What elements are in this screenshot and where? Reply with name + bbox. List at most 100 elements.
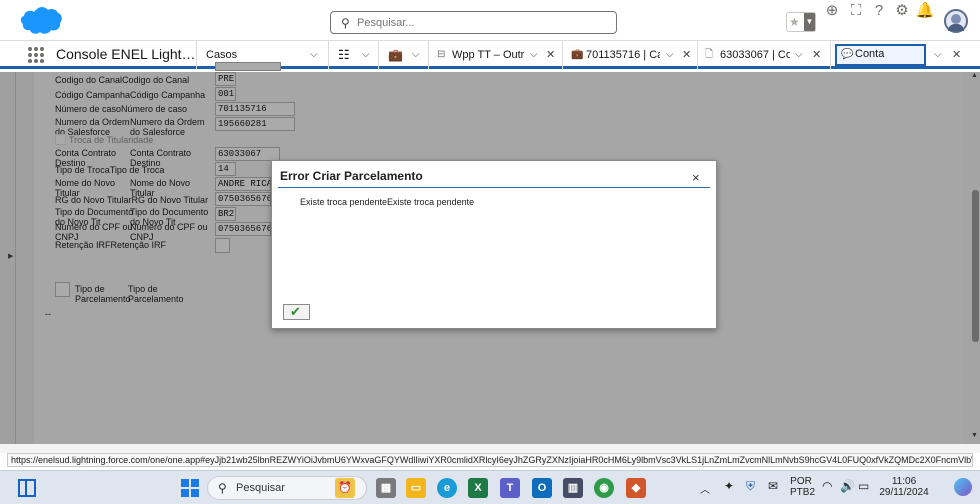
salesforce-logo-icon[interactable] bbox=[18, 6, 62, 36]
close-tab-icon[interactable]: ✕ bbox=[812, 41, 821, 69]
utility-strip: ▶ bbox=[0, 72, 16, 444]
tipo-parcelamento-checkbox[interactable] bbox=[55, 282, 70, 297]
tab-contract[interactable]: 63033067 | Co… bbox=[720, 41, 790, 69]
app-name: Console ENEL Light… bbox=[56, 46, 196, 62]
teams-icon[interactable]: T bbox=[500, 478, 520, 498]
favorites-star-icon: ★ bbox=[789, 15, 800, 29]
copilot-icon[interactable]: ✦ bbox=[724, 479, 734, 493]
global-search[interactable]: ⚲ bbox=[330, 11, 617, 34]
field-value[interactable]: 001 bbox=[215, 87, 236, 101]
field-label: Tipo de Parcelamento bbox=[128, 284, 184, 304]
checkmark-icon: ✔ bbox=[290, 304, 301, 319]
close-tab-icon[interactable]: ✕ bbox=[952, 41, 961, 69]
tab-case[interactable]: 701135716 | Ca… bbox=[586, 41, 660, 69]
chat-icon: 💬 bbox=[841, 49, 854, 60]
task-view-icon[interactable] bbox=[18, 479, 36, 497]
tab-conta[interactable]: 💬 Conta bbox=[835, 44, 926, 66]
tab-icon: ⊟ bbox=[437, 49, 446, 60]
url-status-bar: https://enelsud.lightning.force.com/one/… bbox=[7, 453, 973, 467]
chevron-down-icon[interactable]: ⌵ bbox=[362, 41, 370, 69]
language-indicator[interactable]: POR PTB2 bbox=[790, 476, 815, 498]
close-tab-icon[interactable]: ✕ bbox=[682, 41, 691, 69]
taskbar-search-label: Pesquisar bbox=[236, 482, 285, 494]
chevron-down-icon[interactable]: ⌵ bbox=[795, 41, 803, 69]
field-value[interactable]: BR2 bbox=[215, 207, 236, 221]
field-label: Número de casoNúmero de caso bbox=[55, 104, 188, 114]
tab-wpp[interactable]: Wpp TT – Outr… bbox=[452, 41, 524, 69]
search-input[interactable] bbox=[357, 15, 607, 31]
troca-titularidade-checkbox[interactable] bbox=[55, 134, 66, 145]
utility-bar bbox=[0, 444, 980, 453]
windows-start-icon[interactable] bbox=[181, 479, 199, 497]
chat-icon[interactable]: ✉ bbox=[768, 479, 778, 493]
field-value[interactable]: 14 bbox=[215, 162, 236, 176]
expand-arrow-icon[interactable]: ▶ bbox=[8, 252, 13, 260]
field-value[interactable]: 195660281 bbox=[215, 117, 295, 131]
close-icon[interactable]: × bbox=[692, 170, 700, 185]
help-icon[interactable]: ? bbox=[869, 0, 889, 22]
field-label: Numero da Ordem do Salesforce bbox=[130, 117, 205, 137]
chevron-up-icon[interactable]: ︿ bbox=[700, 481, 710, 496]
search-icon: ⚲ bbox=[218, 481, 227, 495]
field-label: Numero da Ordem do Salesforce bbox=[55, 117, 130, 137]
field-value[interactable]: ANDRE RICA bbox=[215, 177, 271, 191]
battery-icon[interactable]: ▭ bbox=[858, 479, 869, 493]
field-label: Troca de Titularidade bbox=[69, 135, 154, 145]
retencao-irf-checkbox[interactable] bbox=[215, 238, 230, 253]
copilot-app-icon[interactable] bbox=[954, 478, 972, 496]
chevron-down-icon[interactable]: ⌵ bbox=[530, 41, 538, 69]
shield-icon[interactable]: ⛨ bbox=[746, 479, 755, 494]
dialog-title: Error Criar Parcelamento bbox=[280, 169, 423, 183]
side-panel bbox=[16, 72, 34, 444]
chevron-down-icon[interactable]: ⌵ bbox=[310, 41, 318, 69]
form-footer-text: -- bbox=[45, 309, 51, 319]
case-icon: 💼 bbox=[571, 49, 584, 60]
gear-icon[interactable]: ⚙ bbox=[892, 0, 912, 22]
windows-taskbar: ⚲ Pesquisar ⏰ ▦ ▭ e X T O ▥ ◉ ◆ ︿ ✦ ⛨ ✉ … bbox=[0, 470, 980, 504]
field-label: Codigo do CanalCodigo do Canal bbox=[55, 75, 190, 85]
add-icon[interactable]: ⊕ bbox=[822, 0, 842, 22]
dialog-divider bbox=[278, 187, 710, 188]
field-top-partial bbox=[215, 62, 281, 71]
edge-icon[interactable]: e bbox=[437, 478, 457, 498]
field-value[interactable]: 63033067 bbox=[215, 147, 280, 161]
vertical-scrollbar[interactable]: ▲ ▼ bbox=[962, 72, 980, 444]
excel-icon[interactable]: X bbox=[468, 478, 488, 498]
clock[interactable]: 11:06 29/11/2024 bbox=[876, 476, 932, 498]
volume-icon[interactable]: 🔊 bbox=[840, 479, 855, 493]
field-value[interactable]: 701135716 bbox=[215, 102, 295, 116]
user-avatar[interactable] bbox=[944, 9, 968, 33]
ok-button[interactable]: ✔ bbox=[283, 304, 310, 320]
outlook-icon[interactable]: O bbox=[532, 478, 552, 498]
app-icon[interactable]: ◆ bbox=[626, 478, 646, 498]
calculator-icon[interactable]: ▥ bbox=[563, 478, 583, 498]
field-label: Numero do CPF ou CNPJ bbox=[130, 222, 208, 242]
app-launcher-icon[interactable] bbox=[28, 47, 44, 63]
field-label: RG do Novo TitularRG do Novo Titular bbox=[55, 195, 209, 205]
favorites-button[interactable]: ★ ▼ bbox=[786, 12, 816, 32]
setup-assistant-icon[interactable]: ⛶ bbox=[846, 0, 866, 22]
widget-icon[interactable]: ⏰ bbox=[335, 478, 355, 498]
field-label: Retenção IRFRetenção IRF bbox=[55, 240, 167, 250]
error-dialog: Error Criar Parcelamento × Existe troca … bbox=[271, 160, 717, 329]
notifications-bell-icon[interactable]: 🔔 bbox=[915, 0, 935, 22]
wifi-icon[interactable]: ◠ bbox=[822, 479, 832, 493]
scroll-up-icon[interactable]: ▲ bbox=[971, 72, 978, 79]
list-icon[interactable]: ☷ bbox=[338, 41, 350, 69]
chevron-down-icon[interactable]: ⌵ bbox=[412, 41, 420, 69]
chrome-icon[interactable]: ◉ bbox=[594, 478, 614, 498]
dialog-message: Existe troca pendenteExiste troca penden… bbox=[300, 197, 475, 207]
scroll-thumb[interactable] bbox=[972, 190, 979, 342]
close-tab-icon[interactable]: ✕ bbox=[546, 41, 555, 69]
app-icon[interactable]: ▦ bbox=[376, 478, 396, 498]
field-value[interactable]: PRE bbox=[215, 72, 236, 86]
field-label: Código CampanhaCódigo Campanha bbox=[55, 90, 206, 100]
file-explorer-icon[interactable]: ▭ bbox=[406, 478, 426, 498]
chevron-down-icon[interactable]: ⌵ bbox=[934, 41, 942, 69]
field-value[interactable]: 07503656760 bbox=[215, 192, 271, 206]
field-value[interactable]: 07503656760 bbox=[215, 222, 271, 236]
chevron-down-icon[interactable]: ⌵ bbox=[666, 41, 674, 69]
favorites-dropdown-icon[interactable]: ▼ bbox=[804, 13, 815, 31]
scroll-down-icon[interactable]: ▼ bbox=[971, 432, 978, 439]
briefcase-icon[interactable]: 💼 bbox=[388, 41, 403, 69]
